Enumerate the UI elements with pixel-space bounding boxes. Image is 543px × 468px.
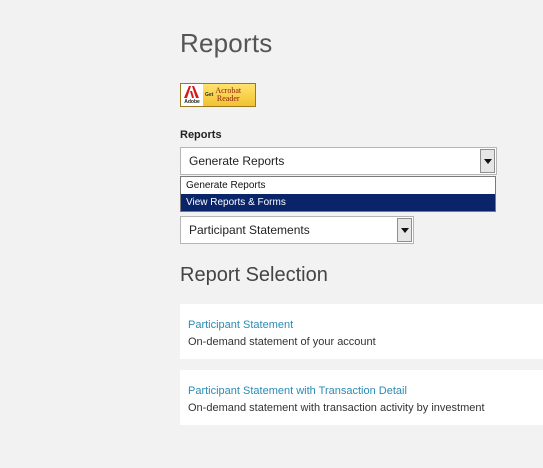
participant-statement-link[interactable]: Participant Statement (188, 319, 293, 331)
report-type-select-value: Participant Statements (189, 223, 310, 237)
dropdown-option-generate-reports[interactable]: Generate Reports (181, 177, 495, 194)
report-selection-title: Report Selection (180, 264, 328, 286)
reports-dropdown-list: Generate Reports View Reports & Forms (180, 176, 496, 212)
report-card: Participant Statement On-demand statemen… (180, 304, 543, 359)
get-acrobat-reader-link[interactable]: Adobe Get Acrobat Reader (180, 83, 256, 107)
reports-select[interactable]: Generate Reports (180, 147, 497, 175)
acrobat-reader-label: Acrobat Reader (215, 87, 241, 103)
chevron-down-icon (400, 227, 409, 233)
reports-select-value: Generate Reports (189, 154, 285, 168)
adobe-acrobat-icon (184, 86, 199, 98)
reports-label: Reports (180, 129, 222, 141)
page-title: Reports (180, 28, 273, 58)
report-description: On-demand statement of your account (188, 336, 376, 348)
dropdown-option-view-reports-forms[interactable]: View Reports & Forms (181, 194, 495, 211)
reports-select-arrow[interactable] (480, 149, 495, 173)
participant-statement-transaction-detail-link[interactable]: Participant Statement with Transaction D… (188, 385, 407, 397)
adobe-word: Adobe (184, 99, 200, 105)
report-type-select-arrow[interactable] (397, 218, 412, 242)
report-type-select[interactable]: Participant Statements (180, 216, 414, 244)
report-description: On-demand statement with transaction act… (188, 402, 485, 414)
reader-word: Reader (216, 94, 240, 103)
reports-page: Reports Adobe Get Acrobat Reader Reports… (0, 0, 543, 468)
adobe-logo: Adobe (181, 84, 203, 106)
get-label: Get (205, 92, 214, 98)
chevron-down-icon (483, 158, 492, 164)
report-card: Participant Statement with Transaction D… (180, 370, 543, 425)
acrobat-badge-text: Get Acrobat Reader (203, 84, 255, 106)
